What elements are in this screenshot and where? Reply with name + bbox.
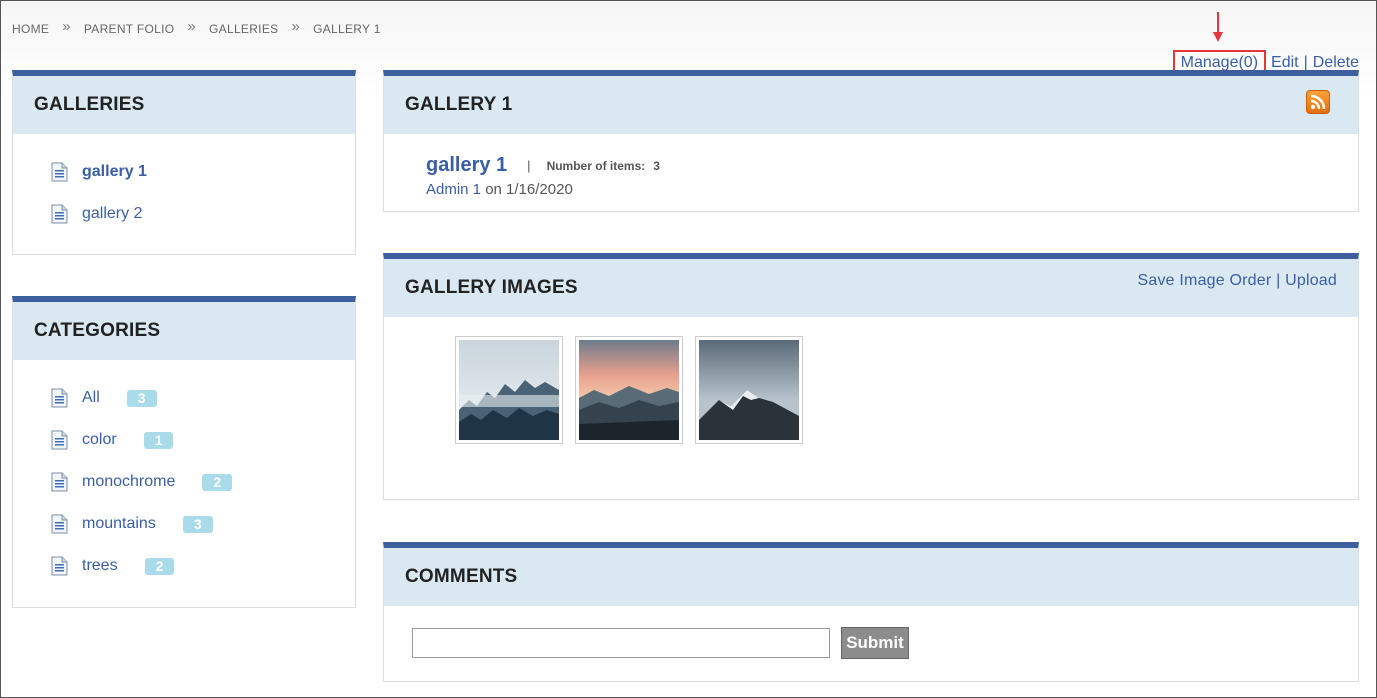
sunset-mountains-image [579, 340, 679, 440]
comments-title: COMMENTS [384, 548, 1358, 606]
category-label[interactable]: mountains [82, 515, 156, 533]
category-count-badge: 2 [144, 557, 175, 575]
gallery-detail-panel: GALLERY 1 gallery 1 | Number of items: 3… [383, 70, 1359, 212]
breadcrumb-separator: » [62, 18, 71, 35]
breadcrumb-current: GALLERY 1 [313, 21, 381, 36]
misty-forest-image [459, 340, 559, 440]
comment-form: Submit [384, 606, 1358, 676]
document-icon [51, 204, 68, 224]
breadcrumb-galleries[interactable]: GALLERIES [209, 22, 278, 36]
galleries-panel: GALLERIES gallery 1 gallery 2 [12, 70, 356, 255]
category-label[interactable]: monochrome [82, 473, 175, 491]
category-count-badge: 1 [143, 431, 174, 449]
category-item-color[interactable]: color 1 [51, 419, 355, 461]
category-label[interactable]: All [82, 389, 100, 407]
gallery-item-gallery-1[interactable]: gallery 1 [51, 151, 355, 193]
categories-panel: CATEGORIES All 3 color 1 monochrome 2 mo… [12, 296, 356, 608]
image-actions: Save Image Order | Upload [1137, 272, 1337, 290]
items-count-label: Number of items: [546, 158, 646, 173]
document-icon [51, 162, 68, 182]
gallery-item-gallery-2[interactable]: gallery 2 [51, 193, 355, 235]
gallery-detail-title: GALLERY 1 [384, 76, 1358, 134]
gallery-summary: gallery 1 | Number of items: 3 Admin 1 o… [384, 134, 1358, 198]
document-icon [51, 430, 68, 450]
galleries-panel-title: GALLERIES [13, 76, 355, 134]
gallery-thumbnail[interactable] [695, 336, 803, 444]
document-icon [51, 388, 68, 408]
category-count-badge: 2 [202, 473, 233, 491]
document-icon [51, 556, 68, 576]
gallery-date: on 1/16/2020 [481, 181, 573, 198]
comments-panel: COMMENTS Submit [383, 542, 1359, 682]
breadcrumb-separator: » [187, 18, 197, 35]
category-item-monochrome[interactable]: monochrome 2 [51, 461, 355, 503]
breadcrumb-parent-folio[interactable]: PARENT FOLIO [84, 22, 175, 36]
gallery-item-label[interactable]: gallery 1 [82, 163, 147, 181]
breadcrumb: HOME » PARENT FOLIO » GALLERIES » GALLER… [12, 18, 381, 37]
gallery-thumbnail[interactable] [455, 336, 563, 444]
snowy-peak-image [699, 340, 799, 440]
categories-panel-title: CATEGORIES [13, 302, 355, 360]
annotation-arrow-icon [1213, 12, 1223, 42]
items-count-value: 3 [653, 158, 660, 173]
image-grid [384, 317, 1358, 497]
category-item-mountains[interactable]: mountains 3 [51, 503, 355, 545]
categories-list: All 3 color 1 monochrome 2 mountains 3 t… [13, 360, 355, 587]
gallery-images-panel: GALLERY IMAGES Save Image Order | Upload [383, 253, 1359, 500]
category-count-badge: 3 [126, 389, 157, 407]
author-link[interactable]: Admin 1 [426, 181, 481, 198]
upload-link[interactable]: Upload [1285, 272, 1337, 289]
gallery-item-label[interactable]: gallery 2 [82, 205, 142, 223]
save-image-order-link[interactable]: Save Image Order [1137, 272, 1271, 289]
breadcrumb-home[interactable]: HOME [12, 22, 49, 36]
rss-feed-icon[interactable] [1306, 90, 1330, 114]
category-item-trees[interactable]: trees 2 [51, 545, 355, 587]
document-icon [51, 472, 68, 492]
gallery-thumbnail[interactable] [575, 336, 683, 444]
gallery-images-title: GALLERY IMAGES Save Image Order | Upload [384, 259, 1358, 317]
breadcrumb-separator: » [291, 18, 301, 35]
gallery-images-heading: GALLERY IMAGES [405, 277, 578, 298]
galleries-list: gallery 1 gallery 2 [13, 134, 355, 235]
category-label[interactable]: trees [82, 557, 118, 575]
comment-input[interactable] [412, 628, 830, 658]
gallery-detail-heading: GALLERY 1 [405, 94, 513, 115]
meta-separator: | [527, 158, 531, 173]
category-label[interactable]: color [82, 431, 117, 449]
document-icon [51, 514, 68, 534]
gallery-byline: Admin 1 on 1/16/2020 [426, 181, 1358, 198]
category-item-all[interactable]: All 3 [51, 377, 355, 419]
gallery-name-link[interactable]: gallery 1 [426, 154, 507, 177]
category-count-badge: 3 [182, 515, 213, 533]
submit-button[interactable]: Submit [841, 627, 909, 659]
image-action-separator: | [1276, 272, 1281, 289]
